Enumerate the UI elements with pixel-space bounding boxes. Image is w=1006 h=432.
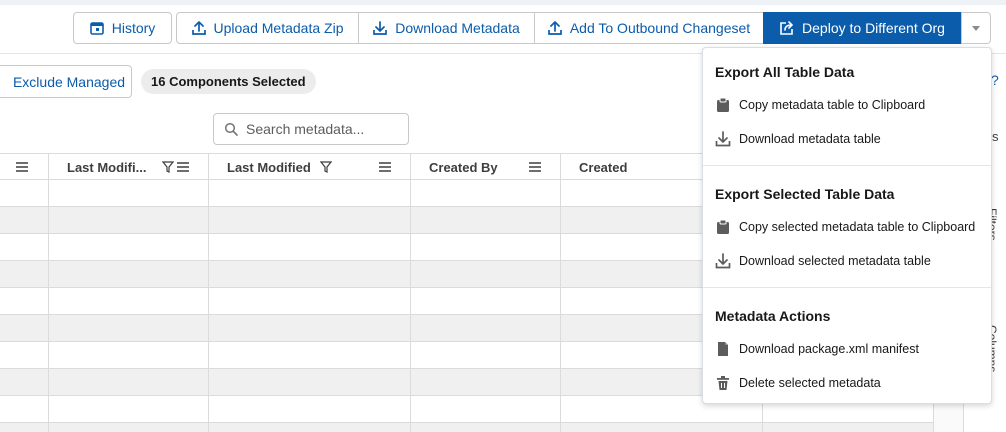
history-label: History xyxy=(111,20,156,36)
column-header-last-modified-label: Last Modified xyxy=(227,159,311,175)
help-link-icon[interactable]: ? xyxy=(991,72,999,88)
trash-icon xyxy=(717,376,729,390)
download-table-label: Download metadata table xyxy=(739,132,881,146)
download-table-item[interactable]: Download metadata table xyxy=(703,122,991,156)
copy-table-to-clipboard-label: Copy metadata table to Clipboard xyxy=(739,98,926,112)
upload-icon xyxy=(191,21,206,35)
menu-heading-metadata-actions: Metadata Actions xyxy=(715,308,831,324)
column-menu-icon[interactable] xyxy=(529,162,541,172)
column-header-last-modified[interactable]: Last Modified xyxy=(227,154,407,180)
share-icon xyxy=(780,21,794,35)
column-header-last-modified-by[interactable]: Last Modifi... xyxy=(67,154,207,180)
column-header-created-by-label: Created By xyxy=(429,159,498,175)
download-metadata-button[interactable]: Download Metadata xyxy=(358,12,535,44)
top-strip xyxy=(0,0,1006,5)
upload-metadata-zip-button[interactable]: Upload Metadata Zip xyxy=(176,12,359,44)
components-selected-label: 16 Components Selected xyxy=(151,74,306,89)
copy-table-to-clipboard-item[interactable]: Copy metadata table to Clipboard xyxy=(703,88,991,122)
upload-icon xyxy=(547,21,562,35)
column-menu-icon[interactable] xyxy=(16,162,28,172)
menu-heading-export-all: Export All Table Data xyxy=(715,64,855,80)
column-menu-icon[interactable] xyxy=(379,162,391,172)
download-metadata-label: Download Metadata xyxy=(395,20,520,36)
menu-separator xyxy=(703,165,991,166)
download-package-manifest-label: Download package.xml manifest xyxy=(739,342,919,356)
download-package-manifest-item[interactable]: Download package.xml manifest xyxy=(703,332,991,366)
upload-metadata-zip-label: Upload Metadata Zip xyxy=(213,20,344,36)
columns-partial-label: s xyxy=(992,129,999,144)
download-selected-table-label: Download selected metadata table xyxy=(739,254,931,268)
download-icon xyxy=(715,253,731,269)
filter-icon[interactable] xyxy=(162,161,174,173)
clipboard-icon xyxy=(717,219,729,234)
actions-dropdown-menu: Export All Table Data Copy metadata tabl… xyxy=(702,47,992,404)
delete-selected-metadata-item[interactable]: Delete selected metadata xyxy=(703,366,991,400)
column-divider xyxy=(48,153,49,432)
column-menu-icon[interactable] xyxy=(177,162,189,172)
deploy-to-different-org-button[interactable]: Deploy to Different Org xyxy=(763,12,962,44)
chevron-down-icon xyxy=(972,26,980,31)
column-header-partial[interactable] xyxy=(0,154,48,180)
download-selected-table-item[interactable]: Download selected metadata table xyxy=(703,244,991,278)
copy-selected-to-clipboard-item[interactable]: Copy selected metadata table to Clipboar… xyxy=(703,210,991,244)
column-divider xyxy=(560,153,561,432)
deploy-to-different-org-label: Deploy to Different Org xyxy=(802,20,945,36)
components-selected-badge: 16 Components Selected xyxy=(141,69,316,94)
column-divider xyxy=(410,153,411,432)
menu-heading-export-selected: Export Selected Table Data xyxy=(715,186,895,202)
search-box[interactable] xyxy=(213,113,409,145)
more-actions-button[interactable] xyxy=(961,12,991,44)
calendar-icon xyxy=(89,22,104,35)
delete-selected-metadata-label: Delete selected metadata xyxy=(739,376,881,390)
column-header-last-modified-by-label: Last Modifi... xyxy=(67,159,147,175)
clipboard-icon xyxy=(717,97,729,112)
filter-icon[interactable] xyxy=(320,161,332,173)
column-header-created-label: Created xyxy=(579,159,628,175)
file-icon xyxy=(718,342,728,356)
history-button[interactable]: History xyxy=(73,12,172,44)
copy-selected-to-clipboard-label: Copy selected metadata table to Clipboar… xyxy=(739,220,976,234)
search-input[interactable] xyxy=(246,121,396,137)
add-to-outbound-changeset-button[interactable]: Add To Outbound Changeset xyxy=(534,12,764,44)
exclude-managed-label: Exclude Managed xyxy=(12,73,126,90)
download-icon xyxy=(715,131,731,147)
menu-separator xyxy=(703,287,991,288)
column-header-created-by[interactable]: Created By xyxy=(429,154,557,180)
download-icon xyxy=(373,21,388,35)
search-icon xyxy=(224,122,238,136)
exclude-managed-button[interactable]: Exclude Managed xyxy=(0,65,132,98)
column-divider xyxy=(208,153,209,432)
add-to-outbound-changeset-label: Add To Outbound Changeset xyxy=(569,20,751,36)
table-row[interactable] xyxy=(0,423,933,432)
